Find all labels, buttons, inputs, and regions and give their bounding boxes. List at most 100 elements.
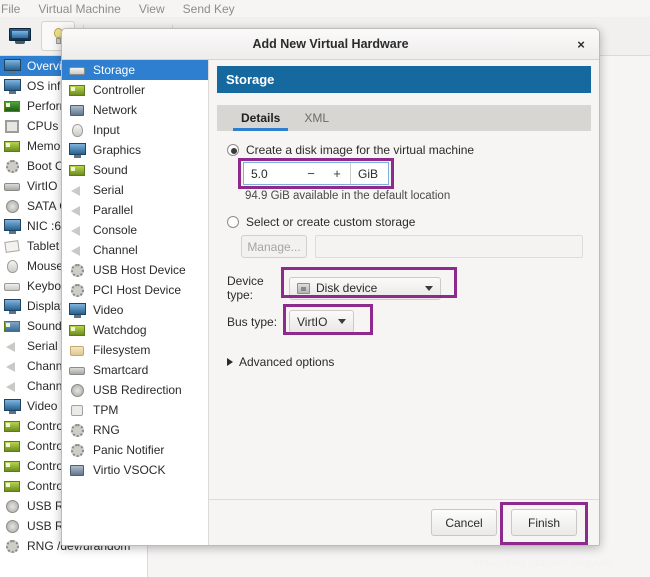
channel-icon <box>69 243 86 258</box>
bus-type-label: Bus type: <box>227 314 278 329</box>
chevron-right-icon <box>227 358 233 366</box>
channel-icon <box>4 359 21 374</box>
custom-storage-label: Select or create custom storage <box>246 215 416 229</box>
nav-item-label: Controller <box>93 83 146 97</box>
create-disk-option[interactable]: Create a disk image for the virtual mach… <box>227 143 583 157</box>
console-view-button[interactable] <box>3 21 37 51</box>
graphics-display-icon <box>69 142 86 158</box>
nav-item-console[interactable]: Console <box>62 220 208 240</box>
nav-item-label: PCI Host Device <box>93 283 182 297</box>
nav-item-network[interactable]: Network <box>62 100 208 120</box>
bus-type-combo[interactable]: VirtIO <box>289 310 354 333</box>
cancel-button[interactable]: Cancel <box>431 509 497 536</box>
network-icon <box>69 103 86 118</box>
nav-item-usb-redirection[interactable]: USB Redirection <box>62 380 208 400</box>
watchdog-icon <box>69 323 86 338</box>
nav-item-label: USB Redirection <box>93 383 182 397</box>
nav-item-video[interactable]: Video <box>62 300 208 320</box>
sound-icon <box>4 319 21 334</box>
disk-icon <box>4 179 21 194</box>
nav-item-channel[interactable]: Channel <box>62 240 208 260</box>
nav-item-panic-notifier[interactable]: Panic Notifier <box>62 440 208 460</box>
page-title: Storage <box>217 66 591 93</box>
advanced-options-label: Advanced options <box>239 355 335 369</box>
hardware-category-list[interactable]: Storage Controller Network Input Graphic… <box>62 60 209 545</box>
nav-item-smartcard[interactable]: Smartcard <box>62 360 208 380</box>
mouse-icon <box>4 259 21 274</box>
nav-item-tpm[interactable]: TPM <box>62 400 208 420</box>
menu-send-key[interactable]: Send Key <box>174 2 244 16</box>
controller-icon <box>4 419 21 434</box>
device-type-label: Device type: <box>227 274 264 302</box>
nav-item-label: Graphics <box>93 143 142 157</box>
menu-file[interactable]: File <box>0 2 29 16</box>
controller-icon <box>4 479 21 494</box>
sidebar-item-label: Memor <box>27 139 65 153</box>
menu-view[interactable]: View <box>130 2 174 16</box>
disk-size-spinner-wrap: 5.0 − + GiB <box>238 158 394 189</box>
parallel-icon <box>69 203 86 218</box>
nav-item-usb-host-device[interactable]: USB Host Device <box>62 260 208 280</box>
video-icon <box>4 398 21 414</box>
nav-item-label: Serial <box>93 183 124 197</box>
sidebar-item-label: Control <box>27 419 66 433</box>
nav-item-pci-host-device[interactable]: PCI Host Device <box>62 280 208 300</box>
nav-item-virtio-vsock[interactable]: Virtio VSOCK <box>62 460 208 480</box>
custom-storage-option[interactable]: Select or create custom storage <box>227 215 583 229</box>
video-icon <box>69 302 86 318</box>
nav-item-rng[interactable]: RNG <box>62 420 208 440</box>
usb-redirector-icon <box>4 519 21 534</box>
available-space-text: 94.9 GiB available in the default locati… <box>245 190 451 202</box>
size-increment-button[interactable]: + <box>324 163 350 184</box>
pci-host-icon <box>69 283 86 298</box>
disk-size-spinner[interactable]: 5.0 − + GiB <box>243 162 389 185</box>
radio-create-disk-icon[interactable] <box>227 144 239 156</box>
nav-item-label: Filesystem <box>93 343 151 357</box>
monitor-icon <box>9 28 31 44</box>
serial-icon <box>4 339 21 354</box>
usb-host-icon <box>69 263 86 278</box>
tab-details[interactable]: Details <box>229 105 292 131</box>
sidebar-item-label: Boot O <box>27 159 65 173</box>
storage-form: Create a disk image for the virtual mach… <box>209 131 599 499</box>
network-icon <box>4 218 21 234</box>
tpm-icon <box>69 403 86 418</box>
nav-item-sound[interactable]: Sound <box>62 160 208 180</box>
tab-xml[interactable]: XML <box>292 105 341 131</box>
device-type-combo[interactable]: Disk device <box>289 276 441 300</box>
nav-item-watchdog[interactable]: Watchdog <box>62 320 208 340</box>
nav-item-controller[interactable]: Controller <box>62 80 208 100</box>
dialog-title: Add New Virtual Hardware <box>252 37 409 51</box>
watermark-text: https://blog.csdn.net/qingyulia <box>474 558 612 569</box>
nav-item-storage[interactable]: Storage <box>62 60 208 80</box>
nav-item-serial[interactable]: Serial <box>62 180 208 200</box>
sidebar-item-label: Overvi <box>27 59 62 73</box>
finish-button[interactable]: Finish <box>511 509 577 536</box>
nav-item-parallel[interactable]: Parallel <box>62 200 208 220</box>
advanced-options-toggle[interactable]: Advanced options <box>227 355 583 369</box>
nav-item-graphics[interactable]: Graphics <box>62 140 208 160</box>
sidebar-item-label: Sound <box>27 319 62 333</box>
radio-custom-storage-icon[interactable] <box>227 216 239 228</box>
disk-size-input[interactable]: 5.0 <box>244 163 298 184</box>
nav-item-filesystem[interactable]: Filesystem <box>62 340 208 360</box>
nav-item-label: Panic Notifier <box>93 443 165 457</box>
rng-icon <box>4 539 21 554</box>
close-icon[interactable]: × <box>573 37 589 53</box>
nav-item-label: Parallel <box>93 203 134 217</box>
nav-item-label: Console <box>93 223 138 237</box>
usb-redirection-icon <box>69 383 86 398</box>
dialog-body: Storage Controller Network Input Graphic… <box>62 60 599 545</box>
menu-virtual-machine[interactable]: Virtual Machine <box>29 2 130 16</box>
chevron-down-icon <box>338 319 346 324</box>
tabstrip: Details XML <box>217 105 591 131</box>
display-icon <box>4 298 21 314</box>
nav-item-input[interactable]: Input <box>62 120 208 140</box>
serial-icon <box>69 183 86 198</box>
manage-button[interactable]: Manage... <box>241 235 307 258</box>
console-icon <box>69 223 86 238</box>
sidebar-item-label: Control <box>27 459 66 473</box>
size-decrement-button[interactable]: − <box>298 163 324 184</box>
panic-notifier-icon <box>69 443 86 458</box>
custom-storage-path-input[interactable] <box>315 235 583 258</box>
